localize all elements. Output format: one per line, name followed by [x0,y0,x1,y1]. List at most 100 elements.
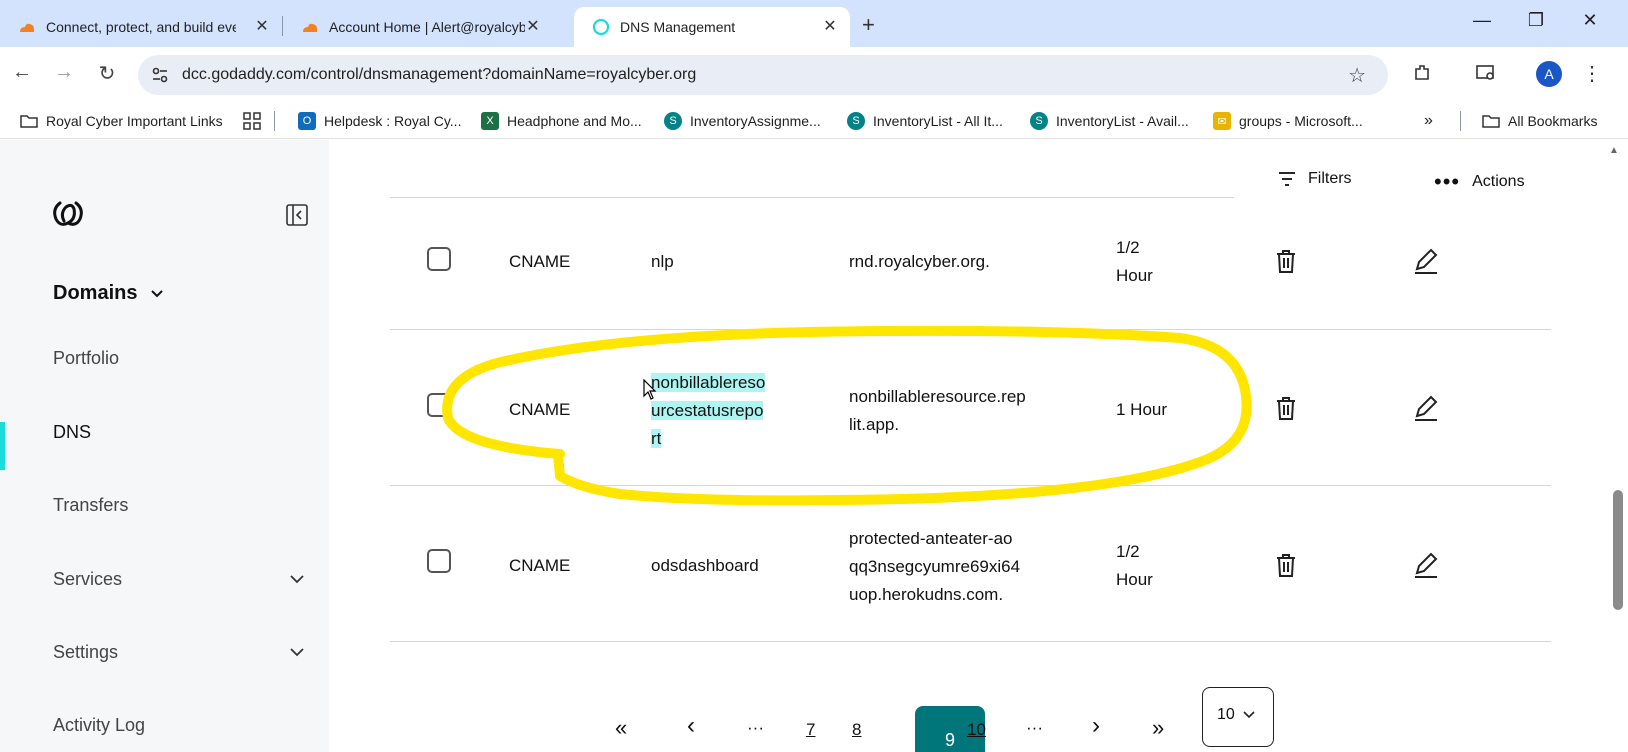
all-bookmarks[interactable]: All Bookmarks [1482,109,1597,133]
all-bookmarks-label: All Bookmarks [1508,113,1598,129]
close-window-icon[interactable]: ✕ [1575,10,1605,31]
minimize-icon[interactable]: — [1467,10,1497,31]
godaddy-logo-icon[interactable] [50,195,86,231]
record-ttl: 1/2 Hour [1116,234,1153,290]
folder-icon [1482,112,1500,130]
outlook-icon: O [298,112,316,130]
bookmark-item[interactable]: ✉ groups - Microsoft... [1213,109,1363,133]
annotation-highlight [442,326,1252,506]
bookmarks-bar: Royal Cyber Important Links O Helpdesk :… [0,103,1628,139]
browser-tab-1[interactable]: Account Home | Alert@royalcyb ✕ [283,7,553,47]
collapse-sidebar-icon[interactable] [286,204,308,226]
filters-label: Filters [1308,170,1352,187]
sidebar-item-activity-log[interactable]: Activity Log [53,715,145,736]
bookmark-folder[interactable]: Royal Cyber Important Links [20,109,223,133]
cloudflare-icon [18,18,36,36]
filters-button[interactable]: Filters [1278,170,1352,188]
bookmark-label: Helpdesk : Royal Cy... [324,113,462,129]
value-line: qq3nsegcyumre69xi64 [849,557,1021,576]
scrollbar-thumb[interactable] [1613,490,1623,610]
sidebar-item-transfers[interactable]: Transfers [53,495,128,516]
trash-icon[interactable] [1272,247,1300,275]
excel-icon: X [481,112,499,130]
mouse-cursor-icon [643,379,657,400]
edit-pencil-icon[interactable] [1412,551,1440,579]
bookmark-item[interactable]: O Helpdesk : Royal Cy... [298,109,461,133]
reload-icon[interactable]: ↻ [93,61,121,86]
last-page-button[interactable]: » [1152,715,1164,741]
sidebar-item-services[interactable]: Services [53,569,122,590]
url-text: dcc.godaddy.com/control/dnsmanagement?do… [182,66,697,83]
record-value: protected-anteater-ao qq3nsegcyumre69xi6… [849,525,1020,609]
browser-tabstrip: Connect, protect, and build eve ✕ Accoun… [0,0,1628,47]
chevron-down-icon [1243,711,1255,719]
address-bar[interactable]: dcc.godaddy.com/control/dnsmanagement?do… [138,55,1388,95]
next-page-button[interactable]: › [1092,712,1100,740]
page-8-link[interactable]: 8 [852,720,861,740]
close-tab-icon[interactable]: ✕ [523,16,543,36]
apps-grid-icon[interactable] [243,109,261,133]
more-dots-icon: ••• [1434,169,1461,194]
close-tab-icon[interactable]: ✕ [252,16,272,36]
sharepoint-icon: S [664,112,682,130]
cloudflare-icon [301,18,319,36]
more-bookmarks-icon[interactable]: » [1424,109,1433,133]
new-tab-icon[interactable]: + [862,12,875,38]
prev-page-button[interactable]: ‹ [687,712,695,740]
mail-icon: ✉ [1213,112,1231,130]
edit-pencil-icon[interactable] [1412,394,1440,422]
ellipsis-left: ··· [747,718,764,737]
site-info-icon[interactable] [150,65,170,85]
trash-icon[interactable] [1272,551,1300,579]
profile-avatar[interactable]: A [1536,61,1562,87]
back-icon[interactable]: ← [8,61,36,84]
scroll-up-icon[interactable]: ▲ [1609,145,1619,156]
record-ttl: 1/2 Hour [1116,538,1153,594]
close-tab-icon[interactable]: ✕ [820,16,840,36]
row-checkbox[interactable] [427,247,451,271]
ttl-line: Hour [1116,570,1153,589]
record-value: rnd.royalcyber.org. [849,252,990,271]
extensions-icon[interactable] [1408,59,1436,87]
first-page-button[interactable]: « [615,715,627,741]
bookmark-label: InventoryAssignme... [690,113,821,129]
row-checkbox[interactable] [427,549,451,573]
bookmark-star-icon[interactable]: ☆ [1348,63,1366,88]
ttl-line: Hour [1116,266,1153,285]
browser-tab-2[interactable]: DNS Management ✕ [574,7,850,47]
filter-icon [1279,172,1295,186]
bookmark-item[interactable]: X Headphone and Mo... [481,109,642,133]
browser-menu-icon[interactable]: ⋮ [1578,59,1606,87]
tab-search-icon[interactable] [1472,59,1500,87]
sidebar-item-settings[interactable]: Settings [53,642,118,663]
bookmark-label: Headphone and Mo... [507,113,642,129]
ellipsis-right: ··· [1026,718,1043,737]
nav-domains[interactable]: Domains [53,282,165,305]
forward-icon[interactable]: → [50,61,78,84]
record-name: odsdashboard [651,556,759,575]
restore-icon[interactable]: ❐ [1521,10,1551,31]
bookmark-label: Royal Cyber Important Links [46,113,223,129]
browser-tab-0[interactable]: Connect, protect, and build eve ✕ [0,7,282,47]
page-10-link[interactable]: 10 [967,720,986,740]
bookmark-item[interactable]: S InventoryAssignme... [664,109,821,133]
page-7-link[interactable]: 7 [806,720,815,740]
record-type: CNAME [509,252,571,271]
chevron-down-icon[interactable] [288,643,306,661]
record-type: CNAME [509,556,571,575]
bookmark-item[interactable]: S InventoryList - Avail... [1030,109,1189,133]
record-name: nlp [651,252,674,271]
scrollbar[interactable] [1608,140,1628,752]
edit-pencil-icon[interactable] [1412,247,1440,275]
bookmark-item[interactable]: S InventoryList - All It... [847,109,1003,133]
sharepoint-icon: S [847,112,865,130]
trash-icon[interactable] [1272,394,1300,422]
chevron-down-icon[interactable] [288,570,306,588]
per-page-select[interactable]: 10 [1202,687,1274,747]
row-divider [390,641,1551,642]
sidebar-item-dns[interactable]: DNS [53,422,91,443]
sidebar-item-portfolio[interactable]: Portfolio [53,348,119,369]
bookmark-label: InventoryList - All It... [873,113,1003,129]
value-line: protected-anteater-ao [849,529,1013,548]
actions-button[interactable]: ••• Actions [1434,169,1525,194]
